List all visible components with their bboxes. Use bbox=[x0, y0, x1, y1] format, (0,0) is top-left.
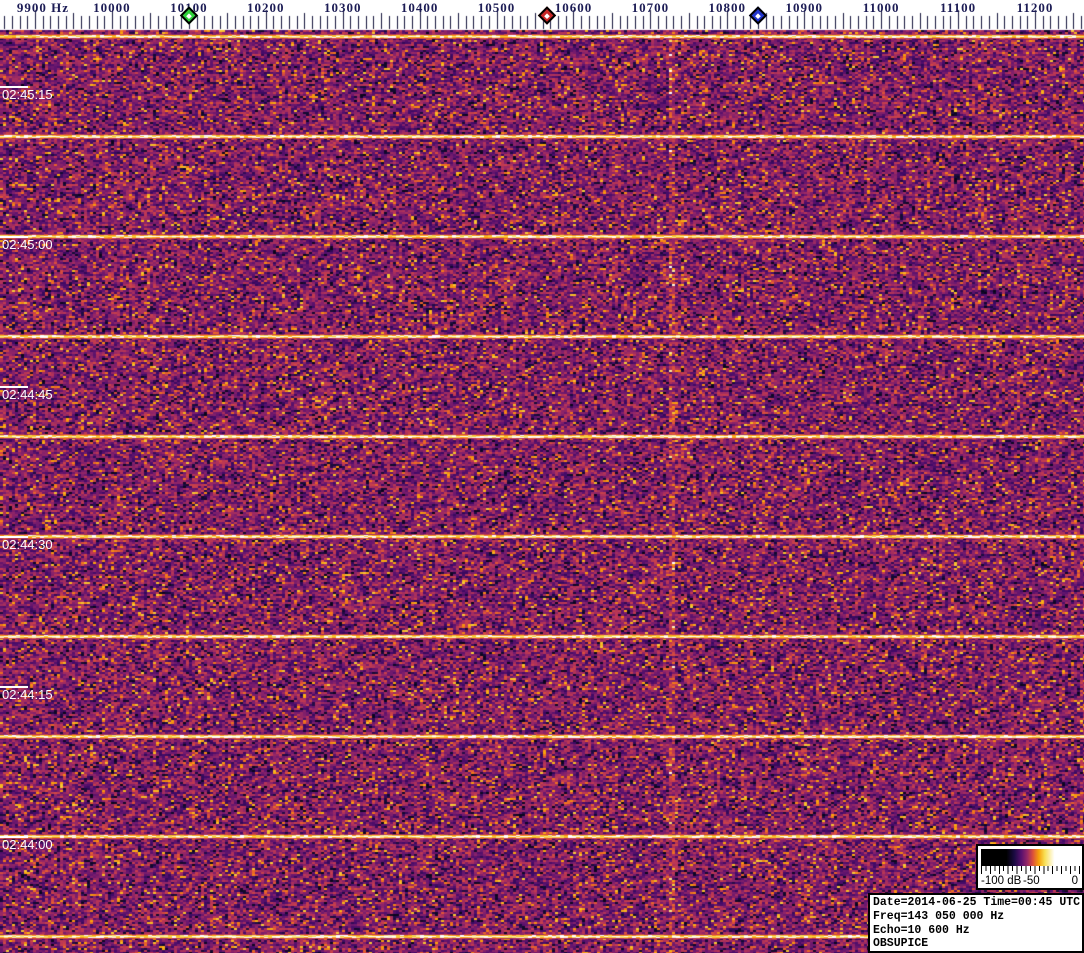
freq-tick-label: 10600 bbox=[555, 0, 593, 16]
color-gradient-bar bbox=[981, 849, 1079, 866]
red-marker-diamond[interactable] bbox=[537, 6, 555, 24]
info-frequency: Freq=143 050 000 Hz bbox=[873, 910, 1082, 924]
db-mid-label: -50 bbox=[1023, 875, 1040, 887]
freq-tick-label: 9900 Hz bbox=[17, 0, 69, 16]
freq-tick-label: 10500 bbox=[478, 0, 516, 16]
freq-tick-label: 11000 bbox=[863, 0, 900, 16]
freq-tick-label: 10400 bbox=[401, 0, 439, 16]
freq-tick-label: 11100 bbox=[940, 0, 976, 16]
time-label: 02:44:30 bbox=[2, 538, 53, 552]
info-station: OBSUPICE bbox=[873, 937, 1082, 951]
spectrum-waterfall-window: 9900 Hz100001010010200103001040010500106… bbox=[0, 0, 1084, 953]
legend-tick-marks-major bbox=[981, 866, 1080, 874]
freq-tick-label: 10300 bbox=[324, 0, 362, 16]
time-label: 02:45:00 bbox=[2, 238, 53, 252]
blue-marker-diamond[interactable] bbox=[749, 6, 767, 24]
legend-labels: -100 dB -50 0 bbox=[978, 875, 1082, 889]
time-label: 02:45:15 bbox=[2, 88, 53, 102]
frequency-ruler[interactable]: 9900 Hz100001010010200103001040010500106… bbox=[0, 0, 1084, 30]
time-label: 02:44:15 bbox=[2, 688, 53, 702]
db-max-label: 0 bbox=[1072, 875, 1078, 887]
freq-tick-label: 10800 bbox=[709, 0, 747, 16]
freq-tick-label: 10900 bbox=[785, 0, 823, 16]
marker-center-dot bbox=[755, 13, 761, 19]
marker-center-dot bbox=[186, 13, 192, 19]
freq-tick-label: 10000 bbox=[93, 0, 131, 16]
time-label: 02:44:00 bbox=[2, 838, 53, 852]
time-label: 02:44:45 bbox=[2, 388, 53, 402]
waterfall-spectrogram-display[interactable] bbox=[0, 0, 1084, 953]
db-color-scale-legend: -100 dB -50 0 bbox=[976, 844, 1084, 890]
observation-info-box: Date=2014-06-25 Time=00:45 UTC Freq=143 … bbox=[868, 893, 1084, 953]
freq-tick-label: 10200 bbox=[247, 0, 285, 16]
freq-tick-label: 10700 bbox=[632, 0, 670, 16]
marker-center-dot bbox=[544, 13, 550, 19]
info-echo: Echo=10 600 Hz bbox=[873, 924, 1082, 938]
freq-tick-label: 11200 bbox=[1017, 0, 1054, 16]
info-date-time: Date=2014-06-25 Time=00:45 UTC bbox=[873, 896, 1082, 910]
db-min-label: -100 dB bbox=[981, 875, 1021, 887]
